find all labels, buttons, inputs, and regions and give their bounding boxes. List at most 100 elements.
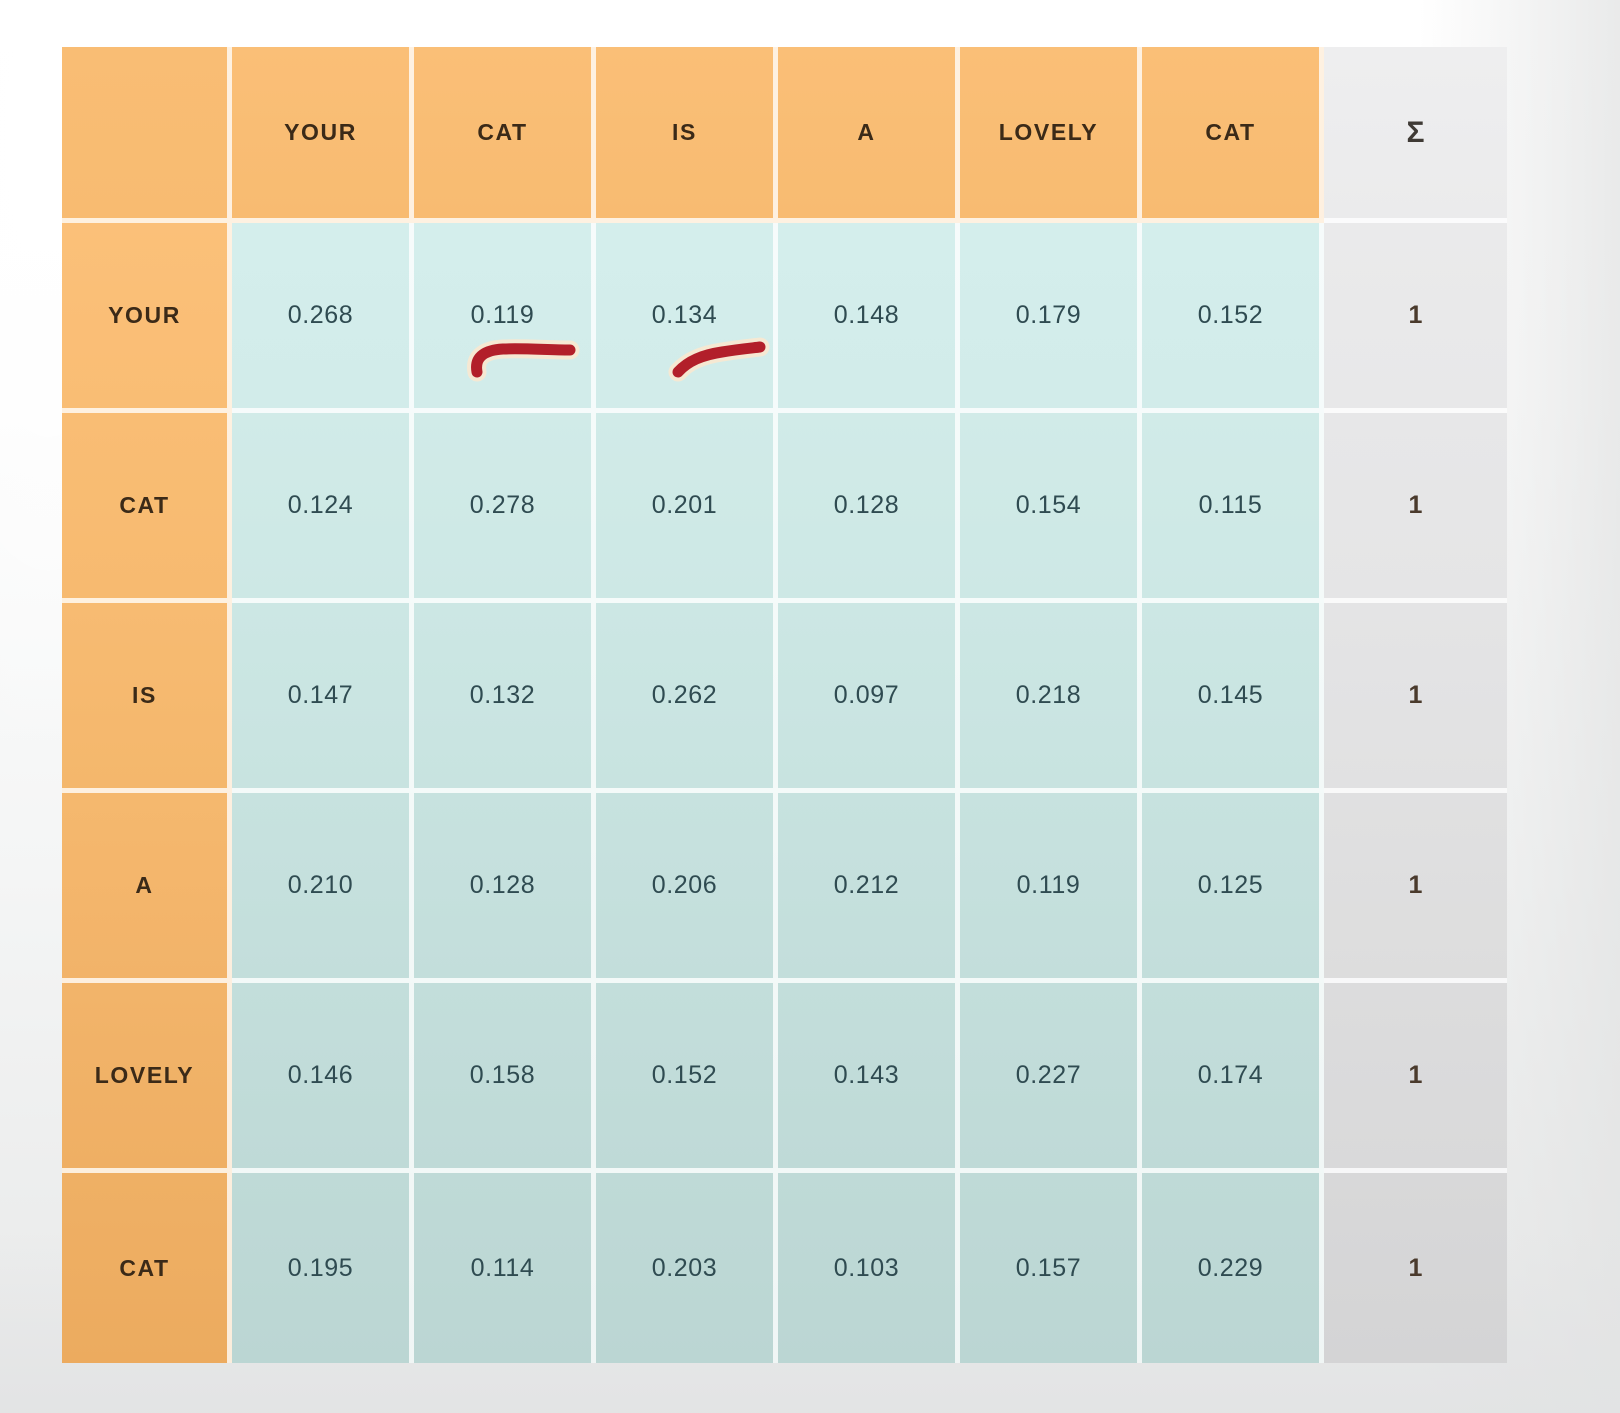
row-header-is[interactable]: IS: [62, 603, 232, 793]
table-cell[interactable]: 0.195: [232, 1173, 414, 1363]
column-header-label: YOUR: [284, 119, 357, 145]
cell-value: 0.145: [1197, 681, 1264, 709]
cell-value: 0.115: [1198, 491, 1263, 519]
column-header-label: CAT: [477, 119, 528, 145]
matrix-corner-cell: [62, 47, 232, 223]
cell-value: 0.097: [833, 681, 900, 709]
cell-value: 0.128: [833, 491, 900, 519]
cell-value: 0.179: [1015, 301, 1082, 329]
row-sum-value: 1: [1408, 681, 1423, 709]
cell-value: 0.262: [651, 681, 718, 709]
column-header-your[interactable]: YOUR: [232, 47, 414, 223]
table-cell[interactable]: 0.174: [1142, 983, 1324, 1173]
sigma-icon: Σ: [1406, 115, 1425, 149]
table-cell[interactable]: 0.262: [596, 603, 778, 793]
column-header-label: IS: [672, 119, 697, 145]
table-cell[interactable]: 0.278: [414, 413, 596, 603]
table-cell[interactable]: 0.146: [232, 983, 414, 1173]
cell-value: 0.143: [833, 1061, 900, 1089]
cell-value: 0.212: [833, 871, 900, 899]
cell-value: 0.146: [287, 1061, 354, 1089]
row-sum-cell: 1: [1324, 793, 1507, 983]
cell-value: 0.206: [651, 871, 718, 899]
table-cell[interactable]: 0.125: [1142, 793, 1324, 983]
cell-value: 0.132: [469, 681, 536, 709]
table-cell[interactable]: 0.143: [778, 983, 960, 1173]
table-cell[interactable]: 0.154: [960, 413, 1142, 603]
cell-value: 0.203: [651, 1253, 718, 1282]
table-cell[interactable]: 0.103: [778, 1173, 960, 1363]
column-header-label: A: [857, 119, 876, 145]
row-sum-value: 1: [1408, 1061, 1423, 1089]
cell-value: 0.195: [287, 1253, 354, 1282]
cell-value: 0.134: [651, 301, 718, 329]
cell-value: 0.157: [1015, 1253, 1082, 1282]
table-cell[interactable]: 0.158: [414, 983, 596, 1173]
table-cell[interactable]: 0.179: [960, 223, 1142, 413]
table-cell[interactable]: 0.206: [596, 793, 778, 983]
row-sum-cell: 1: [1324, 223, 1507, 413]
table-cell[interactable]: 0.114: [414, 1173, 596, 1363]
table-cell[interactable]: 0.212: [778, 793, 960, 983]
cell-value: 0.210: [287, 871, 354, 899]
table-cell[interactable]: 0.119: [414, 223, 596, 413]
row-sum-cell: 1: [1324, 983, 1507, 1173]
cell-value: 0.147: [287, 681, 354, 709]
row-header-cat-2[interactable]: CAT: [62, 1173, 232, 1363]
column-header-is[interactable]: IS: [596, 47, 778, 223]
column-header-lovely[interactable]: LOVELY: [960, 47, 1142, 223]
column-header-cat-2[interactable]: CAT: [1142, 47, 1324, 223]
cell-value: 0.229: [1197, 1253, 1264, 1282]
row-header-lovely[interactable]: LOVELY: [62, 983, 232, 1173]
cell-value: 0.278: [469, 491, 536, 519]
row-sum-cell: 1: [1324, 1173, 1507, 1363]
table-cell[interactable]: 0.128: [778, 413, 960, 603]
cell-value: 0.128: [469, 871, 536, 899]
cell-value: 0.119: [470, 301, 535, 329]
cell-value: 0.174: [1197, 1061, 1264, 1089]
cell-value: 0.103: [833, 1253, 900, 1282]
column-header-cat-1[interactable]: CAT: [414, 47, 596, 223]
table-cell[interactable]: 0.268: [232, 223, 414, 413]
table-cell[interactable]: 0.115: [1142, 413, 1324, 603]
row-header-a[interactable]: A: [62, 793, 232, 983]
row-sum-value: 1: [1408, 301, 1423, 329]
table-cell[interactable]: 0.148: [778, 223, 960, 413]
row-header-cat-1[interactable]: CAT: [62, 413, 232, 603]
row-header-label: CAT: [119, 1254, 170, 1281]
table-cell[interactable]: 0.124: [232, 413, 414, 603]
attention-matrix-table: YOUR CAT IS A LOVELY CAT Σ YOUR 0.268 0.…: [62, 47, 1512, 1367]
row-sum-cell: 1: [1324, 603, 1507, 793]
cell-value: 0.152: [1197, 301, 1264, 329]
table-cell[interactable]: 0.229: [1142, 1173, 1324, 1363]
cell-value: 0.125: [1197, 871, 1264, 899]
table-cell[interactable]: 0.210: [232, 793, 414, 983]
cell-value: 0.154: [1015, 491, 1082, 519]
table-cell[interactable]: 0.134: [596, 223, 778, 413]
sum-column-header: Σ: [1324, 47, 1507, 223]
table-cell[interactable]: 0.152: [1142, 223, 1324, 413]
table-cell[interactable]: 0.157: [960, 1173, 1142, 1363]
table-cell[interactable]: 0.218: [960, 603, 1142, 793]
row-sum-value: 1: [1408, 1253, 1423, 1282]
table-cell[interactable]: 0.145: [1142, 603, 1324, 793]
cell-value: 0.158: [469, 1061, 536, 1089]
cell-value: 0.227: [1015, 1061, 1082, 1089]
row-header-label: LOVELY: [94, 1062, 195, 1088]
table-cell[interactable]: 0.097: [778, 603, 960, 793]
table-cell[interactable]: 0.128: [414, 793, 596, 983]
table-cell[interactable]: 0.119: [960, 793, 1142, 983]
column-header-a[interactable]: A: [778, 47, 960, 223]
table-cell[interactable]: 0.201: [596, 413, 778, 603]
table-cell[interactable]: 0.152: [596, 983, 778, 1173]
row-sum-value: 1: [1408, 871, 1423, 899]
cell-value: 0.152: [651, 1061, 718, 1089]
table-cell[interactable]: 0.203: [596, 1173, 778, 1363]
table-cell[interactable]: 0.227: [960, 983, 1142, 1173]
row-header-your[interactable]: YOUR: [62, 223, 232, 413]
table-cell[interactable]: 0.132: [414, 603, 596, 793]
column-header-label: CAT: [1205, 119, 1256, 145]
table-cell[interactable]: 0.147: [232, 603, 414, 793]
cell-value: 0.114: [470, 1253, 535, 1282]
row-header-label: YOUR: [108, 302, 181, 328]
